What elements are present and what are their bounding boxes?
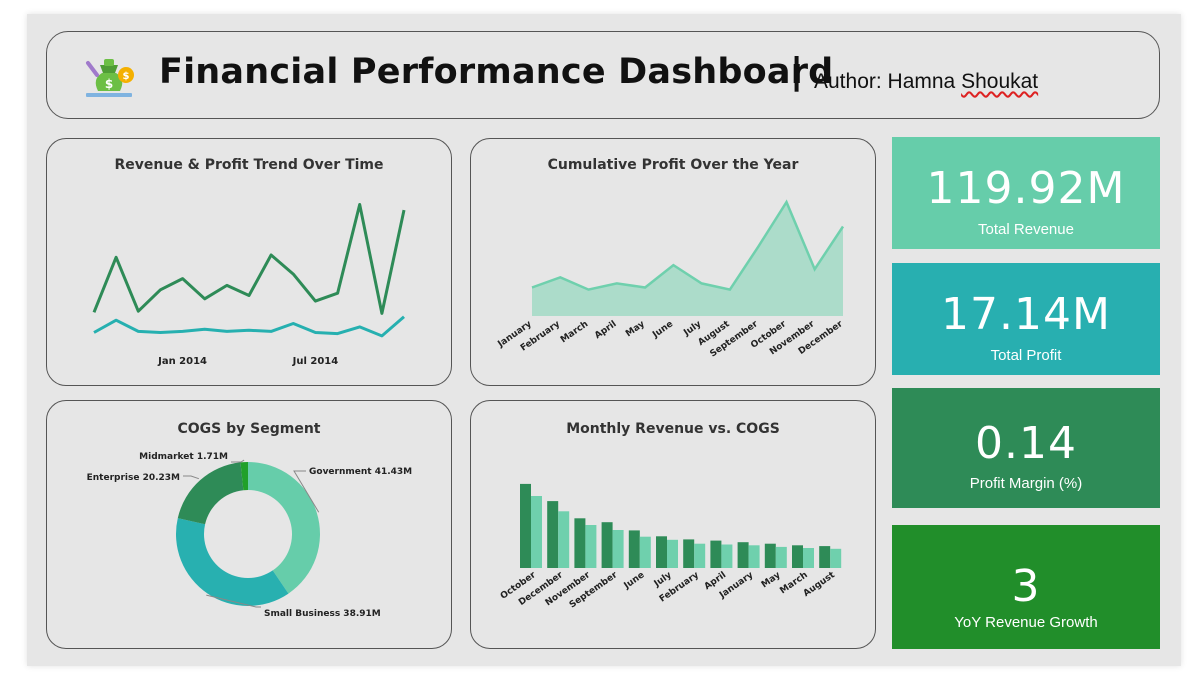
bar-october-1	[531, 496, 542, 568]
x-tick-label: March	[559, 319, 590, 345]
bar-july-1	[667, 539, 678, 568]
bar-march-0	[792, 545, 803, 568]
x-tick-label: July	[681, 319, 703, 339]
bar-august-1	[830, 548, 842, 568]
bar-january-0	[737, 542, 749, 568]
bar-august-0	[819, 546, 831, 568]
bar-october-0	[520, 483, 531, 568]
bar-june-1	[639, 536, 651, 568]
leader-line	[231, 459, 245, 463]
x-tick-label: Jul 2014	[292, 356, 339, 367]
bar-april-0	[710, 540, 722, 568]
kpi-label: Profit Margin (%)	[969, 475, 1083, 492]
kpi-card-total-revenue[interactable]: 119.92M Total Revenue	[892, 137, 1160, 249]
x-tick-label: Jan 2014	[157, 356, 207, 367]
bar-july-0	[656, 536, 667, 568]
x-tick-label: September	[568, 570, 620, 611]
bar-march-1	[803, 548, 814, 568]
bar-may-1	[775, 546, 787, 568]
slice-label: Small Business 38.91M	[264, 609, 381, 619]
cumulative-profit-area-chart: JanuaryFebruaryMarch April May June JulyAugu…	[496, 199, 845, 359]
bar-september-1	[612, 530, 624, 568]
slice-label: Midmarket 1.71M	[139, 452, 228, 462]
kpi-label: Total Revenue	[978, 221, 1074, 238]
x-tick-label: April	[593, 319, 618, 341]
title-separator: |	[790, 51, 804, 92]
bar-december-0	[547, 501, 559, 568]
kpi-label: Total Profit	[990, 347, 1062, 364]
x-tick-label: June	[650, 319, 675, 341]
area-fill	[532, 202, 843, 316]
kpi-card-total-profit[interactable]: 17.14M Total Profit	[892, 263, 1160, 375]
bar-december-1	[558, 511, 570, 568]
kpi-value: 3	[1011, 561, 1041, 612]
monthly-revenue-cogs-bar-chart: OctoberDecemberNovemberSeptember June July…	[499, 483, 842, 611]
bar-may-0	[764, 543, 776, 568]
bar-september-0	[601, 522, 613, 568]
donut-slice-government	[248, 462, 321, 594]
slice-label: Enterprise 20.23M	[87, 473, 180, 483]
series-line-1	[93, 315, 405, 338]
bar-february-0	[683, 539, 695, 568]
kpi-value: 119.92M	[926, 163, 1126, 214]
kpi-card-profit-margin[interactable]: 0.14 Profit Margin (%)	[892, 388, 1160, 508]
leader-line	[183, 475, 200, 480]
bar-november-0	[574, 518, 586, 568]
author-prefix: Author: Hamna	[814, 70, 962, 93]
cogs-donut-chart: Government 41.43M Small Business 38.91M En…	[87, 452, 413, 619]
bar-january-1	[748, 545, 760, 568]
kpi-value: 0.14	[975, 418, 1077, 469]
x-tick-label: August	[802, 570, 838, 599]
x-tick-label: June	[622, 570, 647, 592]
revenue-profit-line-chart: Jan 2014 Jul 2014	[92, 203, 406, 367]
kpi-label: YoY Revenue Growth	[954, 614, 1098, 631]
donut-slice-enterprise	[177, 462, 244, 525]
dashboard-title: Financial Performance Dashboard	[159, 52, 834, 92]
kpi-card-yoy-growth[interactable]: 3 YoY Revenue Growth	[892, 525, 1160, 649]
bar-february-1	[694, 543, 706, 568]
donut-slice-small-business	[176, 518, 289, 606]
svg-text:$: $	[123, 71, 130, 82]
money-bag-icon: $ $	[86, 59, 134, 97]
bar-june-0	[628, 530, 640, 568]
kpi-value: 17.14M	[941, 289, 1111, 340]
bar-april-1	[721, 544, 733, 568]
series-line-0	[92, 203, 406, 315]
slice-label: Government 41.43M	[309, 467, 412, 477]
x-tick-label: May	[624, 319, 647, 339]
bar-november-1	[585, 525, 597, 568]
author-label: Author: Hamna Shoukat	[814, 70, 1038, 94]
svg-text:$: $	[105, 77, 113, 91]
author-surname: Shoukat	[961, 70, 1039, 93]
